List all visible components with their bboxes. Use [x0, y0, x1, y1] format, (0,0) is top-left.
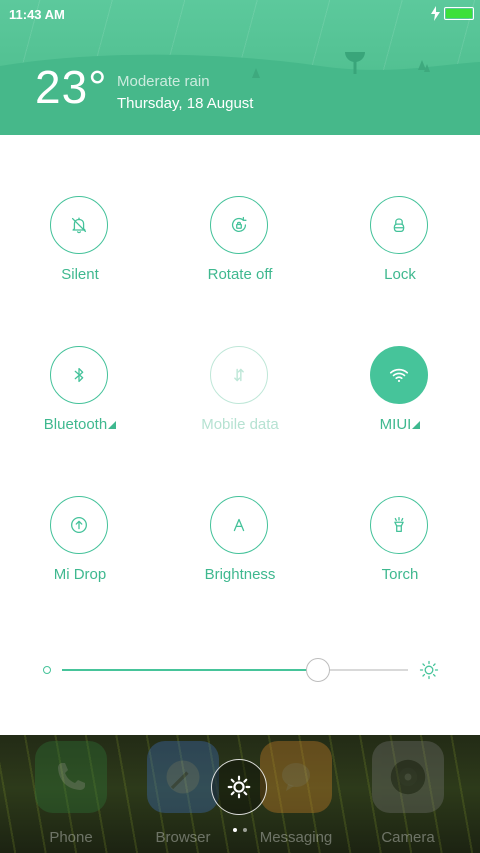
- brightness-high-icon: [419, 660, 439, 680]
- settings-button[interactable]: [211, 759, 267, 815]
- tile-mobile-data[interactable]: Mobile data: [160, 346, 320, 456]
- tile-silent-button[interactable]: [50, 196, 108, 254]
- tile-rotate-label: Rotate off: [207, 266, 273, 283]
- phone-icon[interactable]: [35, 741, 107, 813]
- tile-wifi-button[interactable]: [370, 346, 428, 404]
- brightness-track[interactable]: [62, 658, 408, 682]
- charging-icon: [431, 6, 440, 21]
- tile-brightness-button[interactable]: [210, 496, 268, 554]
- dock-label-messaging: Messaging: [259, 829, 333, 846]
- mi-drop-icon: [71, 517, 87, 533]
- dock-label-phone: Phone: [49, 829, 93, 846]
- tile-wifi-label: MIUI: [379, 416, 412, 433]
- dock-app-camera[interactable]: Camera: [355, 741, 455, 851]
- bell-off-icon: [71, 217, 87, 234]
- brightness-slider[interactable]: [0, 655, 480, 685]
- tile-bluetooth-label: Bluetooth: [43, 416, 108, 433]
- brightness-low-icon: [43, 666, 51, 674]
- home-dock: Phone Browser Messaging Camera: [0, 735, 480, 853]
- weather-date: Thursday, 18 August: [117, 95, 254, 112]
- tile-brightness-label: Brightness: [204, 566, 276, 583]
- tile-bluetooth-button[interactable]: [50, 346, 108, 404]
- browser-icon[interactable]: [147, 741, 219, 813]
- bluetooth-menu-caret-icon[interactable]: [108, 421, 117, 429]
- brightness-auto-icon: [233, 518, 245, 532]
- messaging-icon[interactable]: [260, 741, 332, 813]
- tile-silent[interactable]: Silent: [0, 196, 160, 306]
- tile-mi-drop-button[interactable]: [50, 496, 108, 554]
- tile-rotate-button[interactable]: [210, 196, 268, 254]
- dock-label-browser: Browser: [155, 829, 211, 846]
- tile-silent-label: Silent: [61, 266, 99, 283]
- tile-wifi-label-row: MIUI: [320, 416, 480, 433]
- page-dot-1: [233, 828, 237, 832]
- brightness-thumb[interactable]: [306, 658, 331, 682]
- tile-rotate[interactable]: Rotate off: [160, 196, 320, 306]
- mobile-data-icon: [234, 368, 244, 382]
- phone-glyph-icon: [58, 763, 85, 790]
- tile-mi-drop[interactable]: Mi Drop: [0, 496, 160, 606]
- lock-icon: [393, 218, 405, 233]
- tile-mobile-data-button[interactable]: [210, 346, 268, 404]
- status-bar: 11:43 AM: [0, 0, 480, 28]
- wifi-icon: [389, 368, 409, 383]
- tile-lock-label: Lock: [384, 266, 416, 283]
- page-indicator: [232, 828, 252, 834]
- bluetooth-icon: [74, 367, 84, 383]
- tile-bluetooth[interactable]: Bluetooth: [0, 346, 160, 456]
- tile-torch-label: Torch: [381, 566, 419, 583]
- tile-wifi[interactable]: MIUI: [320, 346, 480, 456]
- messaging-glyph-icon: [282, 763, 310, 791]
- tile-mi-drop-label: Mi Drop: [53, 566, 107, 583]
- dock-app-phone[interactable]: Phone: [18, 741, 118, 851]
- status-time: 11:43 AM: [9, 7, 65, 22]
- torch-icon: [394, 517, 404, 533]
- tile-lock-button[interactable]: [370, 196, 428, 254]
- camera-glyph-icon: [390, 759, 426, 795]
- camera-icon[interactable]: [372, 741, 444, 813]
- tile-bluetooth-label-row: Bluetooth: [0, 416, 160, 433]
- rotate-lock-icon: [231, 216, 247, 233]
- battery-icon: [444, 7, 474, 20]
- dock-label-camera: Camera: [381, 829, 435, 846]
- weather-header: 11:43 AM 23° Moderate rain Thursday, 18 …: [0, 0, 480, 135]
- tile-lock[interactable]: Lock: [320, 196, 480, 306]
- battery-level: [446, 9, 472, 18]
- wifi-menu-caret-icon[interactable]: [412, 421, 421, 429]
- brightness-fill: [62, 669, 319, 671]
- weather-condition: Moderate rain: [117, 73, 210, 90]
- tile-mobile-data-label: Mobile data: [201, 416, 279, 433]
- tile-brightness[interactable]: Brightness: [160, 496, 320, 606]
- quick-settings-panel: Silent Rotate off Lock Bluetooth Mobile …: [0, 135, 480, 735]
- browser-glyph-icon: [166, 760, 200, 794]
- temperature[interactable]: 23°: [35, 64, 108, 110]
- page-dot-2: [243, 828, 247, 832]
- tile-torch-button[interactable]: [370, 496, 428, 554]
- gear-icon: [227, 775, 251, 799]
- tile-torch[interactable]: Torch: [320, 496, 480, 606]
